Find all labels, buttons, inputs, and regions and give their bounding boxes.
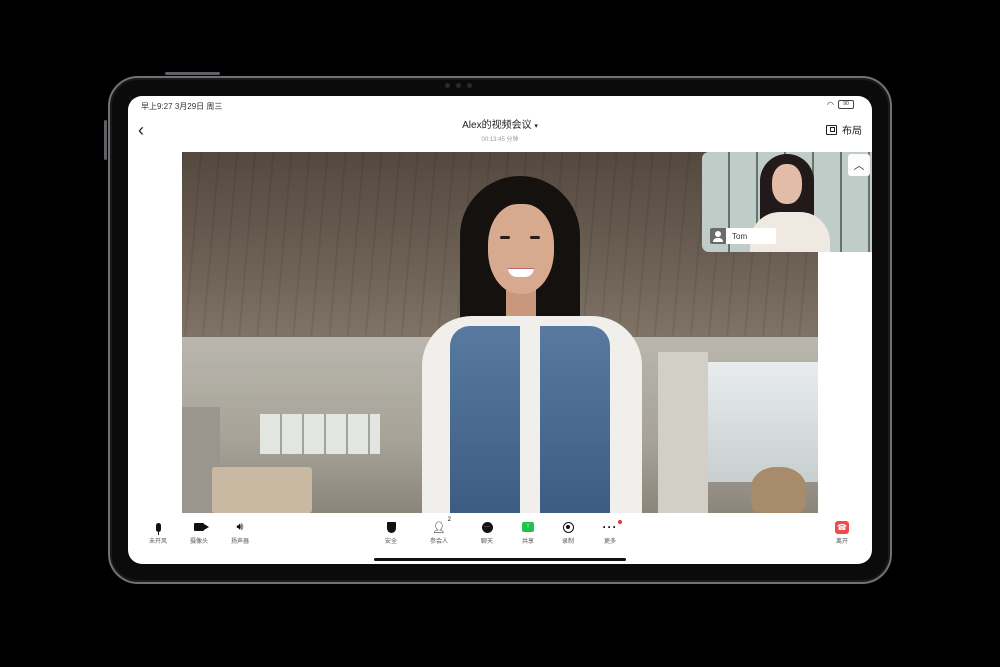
camera-button[interactable]: 摄像头 xyxy=(181,520,217,545)
status-datetime: 早上9:27 3月29日 周三 xyxy=(141,101,222,112)
video-pillar xyxy=(658,352,708,513)
video-window-left xyxy=(260,414,380,454)
record-label: 录制 xyxy=(561,539,574,545)
video-table xyxy=(212,467,312,513)
more-label: 更多 xyxy=(603,539,616,545)
participant-thumbnail-video[interactable]: Tom ︿ xyxy=(702,152,872,252)
microphone-icon xyxy=(155,520,161,535)
camera-icon xyxy=(194,520,209,534)
layout-icon xyxy=(826,124,837,135)
status-bar: 早上9:27 3月29日 周三 ◠ 90 xyxy=(128,96,872,116)
volume-button xyxy=(104,120,107,160)
meeting-title-text: Alex的视频会议 xyxy=(462,120,532,131)
thumbnail-face xyxy=(772,164,802,204)
front-camera xyxy=(445,83,472,88)
leave-icon: ☎︎ xyxy=(835,520,849,534)
chat-icon: ··· xyxy=(481,520,493,534)
battery-icon: 90 xyxy=(838,100,854,109)
share-screen-button[interactable]: ↑ 共享 xyxy=(510,520,546,545)
notification-dot xyxy=(617,520,622,524)
chat-button[interactable]: ··· 聊天 xyxy=(469,520,505,545)
chevron-up-icon: ︿ xyxy=(853,160,865,172)
meeting-toolbar: 未开风 摄像头 🔊︎ 扬声器 安全 👤︎ 2 参会人 ··· 聊天 ↑ 共享 录… xyxy=(128,517,872,550)
speaker-shirt-front xyxy=(520,326,540,513)
status-icons: ◠ 90 xyxy=(827,100,854,109)
microphone-label: 未开风 xyxy=(148,539,167,545)
more-icon: ··· xyxy=(603,520,622,534)
shield-icon xyxy=(386,520,396,534)
chevron-left-icon: ‹ xyxy=(138,120,144,140)
camera-label: 摄像头 xyxy=(189,539,208,545)
video-vase xyxy=(751,467,806,513)
meeting-title[interactable]: Alex的视频会议 ▾ xyxy=(400,116,600,131)
microphone-button[interactable]: 未开风 xyxy=(140,520,176,545)
layout-label: 布局 xyxy=(842,126,862,137)
back-button[interactable]: ‹ xyxy=(138,120,144,141)
power-button xyxy=(165,72,220,75)
speaker-button[interactable]: 🔊︎ 扬声器 xyxy=(222,520,258,546)
meeting-screen: 早上9:27 3月29日 周三 ◠ 90 ‹ Alex的视频会议 ▾ 00:13… xyxy=(128,96,872,564)
share-screen-label: 共享 xyxy=(521,539,534,545)
home-indicator[interactable] xyxy=(374,558,626,561)
speaker-eye-right xyxy=(530,236,540,239)
video-window-right xyxy=(708,362,818,482)
record-icon xyxy=(562,520,574,534)
meeting-header: ‹ Alex的视频会议 ▾ 00:13:45 分钟 布局 xyxy=(128,114,872,148)
status-weekday: 周三 xyxy=(206,102,223,111)
speaker-figure xyxy=(412,176,662,513)
caret-down-icon: ▾ xyxy=(534,123,538,130)
status-date: 3月29日 xyxy=(174,102,205,111)
user-avatar-icon xyxy=(710,228,726,244)
meeting-duration: 00:13:45 分钟 xyxy=(481,137,519,143)
speaker-icon: 🔊︎ xyxy=(236,520,244,533)
participants-icon: 👤︎ 2 xyxy=(432,517,451,534)
speaker-face xyxy=(488,204,554,294)
speaker-label: 扬声器 xyxy=(230,539,249,545)
more-button[interactable]: ··· 更多 xyxy=(592,520,628,545)
participant-name-tag: Tom xyxy=(710,228,776,244)
speaker-eye-left xyxy=(500,236,510,239)
leave-meeting-button[interactable]: ☎︎ 离开 xyxy=(824,520,860,545)
participants-label: 参会人 xyxy=(429,539,448,545)
chat-label: 聊天 xyxy=(480,539,493,545)
security-label: 安全 xyxy=(384,539,397,545)
layout-button[interactable]: 布局 xyxy=(826,122,862,137)
record-button[interactable]: 录制 xyxy=(550,520,586,545)
collapse-thumbnail-button[interactable]: ︿ xyxy=(848,154,870,176)
status-time: 早上9:27 xyxy=(141,102,173,111)
wifi-icon: ◠ xyxy=(827,100,834,109)
participant-name: Tom xyxy=(732,231,748,241)
participants-button[interactable]: 👤︎ 2 参会人 xyxy=(421,517,457,545)
meeting-title-block[interactable]: Alex的视频会议 ▾ 00:13:45 分钟 xyxy=(400,116,600,143)
share-screen-icon: ↑ xyxy=(522,520,534,534)
security-button[interactable]: 安全 xyxy=(373,520,409,545)
leave-label: 离开 xyxy=(835,539,848,545)
participants-count: 2 xyxy=(447,517,451,523)
